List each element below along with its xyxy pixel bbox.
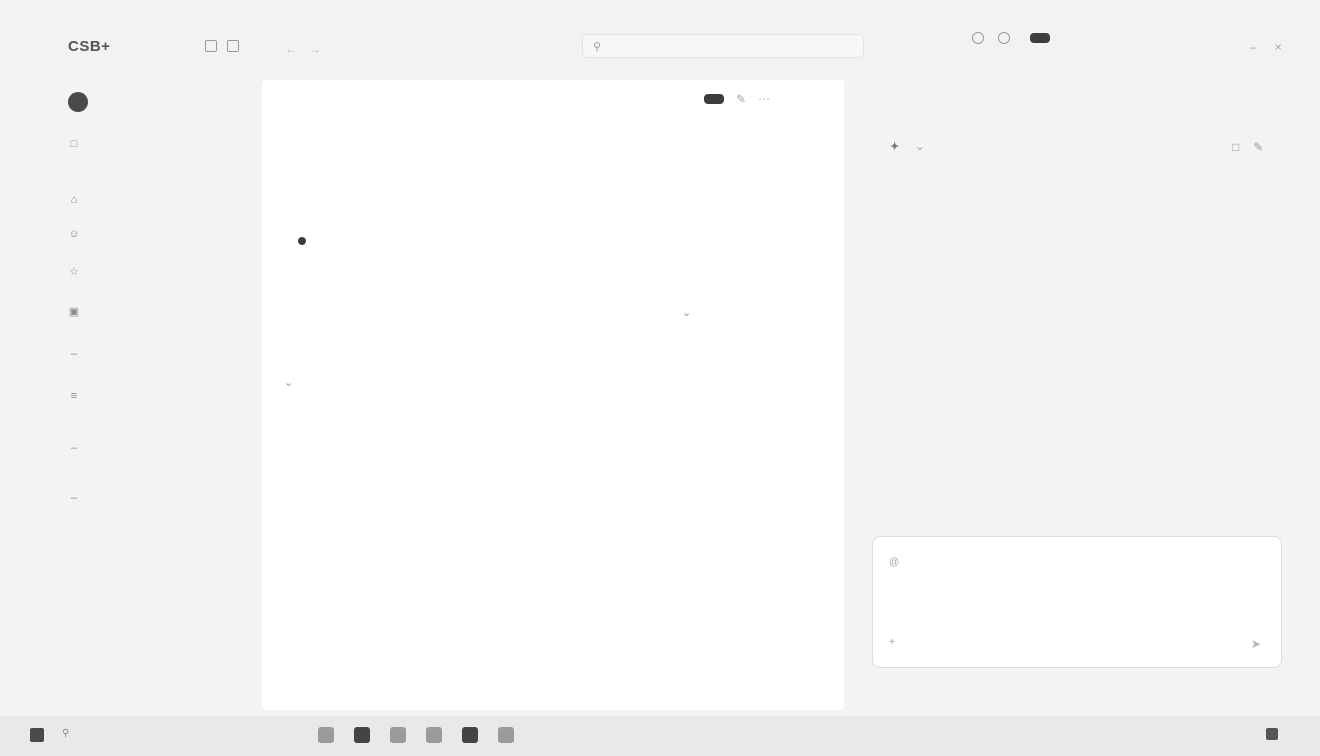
sidebar-item-4[interactable]: ☆	[68, 265, 89, 278]
model-selector[interactable]: ✦ ⌄	[890, 140, 924, 153]
dash-icon: –	[70, 348, 78, 360]
app-icon[interactable]	[498, 727, 514, 743]
panel-tools: □ ✎	[1232, 140, 1263, 154]
dash-icon: –	[70, 442, 78, 454]
share-button[interactable]	[998, 32, 1016, 44]
owner-avatar	[298, 237, 306, 245]
panel-toggle-icon[interactable]	[227, 40, 239, 52]
sidebar-item-2[interactable]: ⌂	[68, 194, 89, 206]
composer-toolbar: +	[889, 637, 909, 648]
taskbar: ⚲	[0, 716, 1320, 756]
sidebar-item-7[interactable]: ≡	[68, 390, 89, 402]
document-panel: ✎ ⋯ ⌄ ⌄	[262, 80, 844, 710]
panel-tabs	[890, 92, 908, 106]
sidebar: □ ⌂ ☺ ☆ ▣ – ≡ – –	[58, 80, 258, 710]
star-icon: ☆	[69, 266, 79, 278]
section-header[interactable]: ⌄	[284, 376, 307, 389]
document-actions: ✎ ⋯	[704, 92, 770, 106]
share-icon	[998, 32, 1010, 44]
chevron-down-icon: ⌄	[915, 141, 925, 153]
list-icon: ≡	[70, 390, 78, 402]
dash-icon: –	[70, 492, 78, 504]
app-logo: CSB+	[68, 38, 111, 55]
notification-icon[interactable]	[972, 32, 984, 44]
owner-chip[interactable]	[298, 237, 310, 245]
top-icon-group	[205, 40, 239, 52]
sidebar-item-5[interactable]: ▣	[68, 305, 89, 318]
history-icon[interactable]: □	[1232, 140, 1239, 154]
start-icon[interactable]	[30, 728, 44, 742]
app-icon[interactable]	[390, 727, 406, 743]
chevron-down-icon: ⌄	[284, 377, 294, 389]
at-icon: @	[889, 557, 900, 568]
window-controls: – ×	[1250, 40, 1282, 54]
document-tabs	[298, 308, 322, 324]
app-icon[interactable]	[462, 727, 478, 743]
layout-icon[interactable]	[205, 40, 217, 52]
edit-icon[interactable]: ✎	[736, 92, 746, 106]
sidebar-item-6[interactable]: –	[68, 348, 89, 360]
assistant-icon: ✦	[890, 141, 900, 153]
close-icon[interactable]: ×	[1275, 40, 1282, 54]
primary-button[interactable]	[1030, 33, 1050, 43]
taskbar-search[interactable]: ⚲	[62, 728, 75, 739]
minimize-icon[interactable]: –	[1250, 40, 1257, 54]
sidebar-item-1[interactable]: □	[68, 138, 89, 150]
sidebar-item-9[interactable]: –	[68, 492, 89, 504]
user-profile[interactable]	[68, 92, 96, 112]
composer-input[interactable]: @	[889, 557, 913, 568]
history-nav: ← →	[285, 42, 321, 56]
search-box[interactable]: ⚲	[582, 34, 864, 58]
sidebar-item-3[interactable]: ☺	[68, 228, 89, 240]
more-icon[interactable]: ⋯	[758, 92, 770, 106]
title-bar: CSB+ ← → ⚲ – ×	[0, 0, 1320, 80]
users-icon: ☺	[68, 228, 80, 240]
search-icon: ⚲	[62, 728, 70, 739]
taskbar-apps	[318, 727, 514, 743]
back-arrow-icon[interactable]: ←	[285, 42, 297, 56]
document-meta	[298, 237, 388, 245]
avatar	[68, 92, 88, 112]
attach-icon[interactable]: +	[889, 637, 895, 648]
app-icon[interactable]	[354, 727, 370, 743]
notification-center-icon[interactable]	[1266, 728, 1278, 740]
page-icon: □	[70, 138, 78, 150]
app-icon[interactable]	[426, 727, 442, 743]
chat-composer: @ + ➤	[872, 536, 1282, 668]
folder-icon: ▣	[68, 306, 80, 318]
sidebar-item-8[interactable]: –	[68, 442, 89, 454]
document-action-button[interactable]	[704, 94, 724, 104]
forward-arrow-icon[interactable]: →	[309, 42, 321, 56]
search-icon: ⚲	[593, 40, 602, 53]
suggestion-list	[888, 374, 1278, 396]
top-right-actions	[972, 32, 1050, 44]
sort-select[interactable]: ⌄	[682, 306, 691, 319]
chevron-down-icon: ⌄	[682, 307, 692, 319]
new-chat-icon[interactable]: ✎	[1253, 140, 1263, 154]
assistant-panel: ✦ ⌄ □ ✎ @ + ➤	[862, 80, 1308, 710]
home-icon: ⌂	[70, 194, 78, 206]
send-icon[interactable]: ➤	[1251, 637, 1261, 651]
app-icon[interactable]	[318, 727, 334, 743]
